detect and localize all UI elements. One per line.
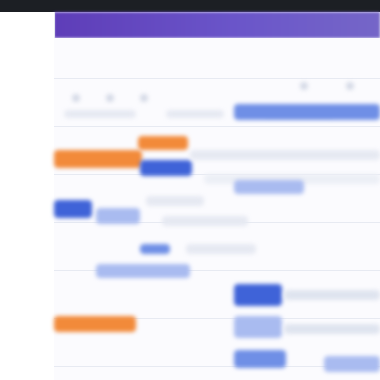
soft-blue-chip[interactable] [234, 180, 304, 194]
placeholder-dot [72, 94, 80, 102]
blue-marker [140, 244, 170, 254]
blue-button[interactable] [234, 350, 286, 368]
orange-tag[interactable] [138, 136, 188, 150]
orange-tag[interactable] [54, 150, 142, 168]
orange-tag[interactable] [54, 316, 136, 332]
placeholder-row [190, 150, 380, 160]
soft-blue-chip[interactable] [96, 208, 140, 224]
soft-blue-chip[interactable] [96, 264, 190, 278]
soft-blue-chip[interactable] [324, 356, 380, 372]
placeholder-dot [106, 94, 114, 102]
top-system-bar [0, 0, 380, 12]
placeholder-bar [166, 110, 224, 118]
placeholder-dot [346, 82, 354, 90]
placeholder-row [284, 324, 380, 334]
blue-button[interactable] [234, 284, 282, 306]
ui-screenshot [0, 0, 380, 380]
placeholder-dot [300, 82, 308, 90]
left-sidebar [0, 12, 55, 380]
placeholder-row [186, 244, 256, 254]
blue-button[interactable] [54, 200, 92, 218]
placeholder-row [146, 196, 204, 206]
main-content [54, 38, 380, 380]
placeholder-row [284, 290, 380, 300]
blue-tag[interactable] [140, 160, 192, 176]
placeholder-bar [64, 110, 136, 118]
app-header [54, 12, 380, 38]
divider [54, 126, 380, 127]
divider [54, 78, 380, 79]
placeholder-row [162, 216, 248, 226]
soft-blue-chip[interactable] [234, 316, 282, 338]
placeholder-dot [140, 94, 148, 102]
selected-column-header [234, 104, 380, 120]
